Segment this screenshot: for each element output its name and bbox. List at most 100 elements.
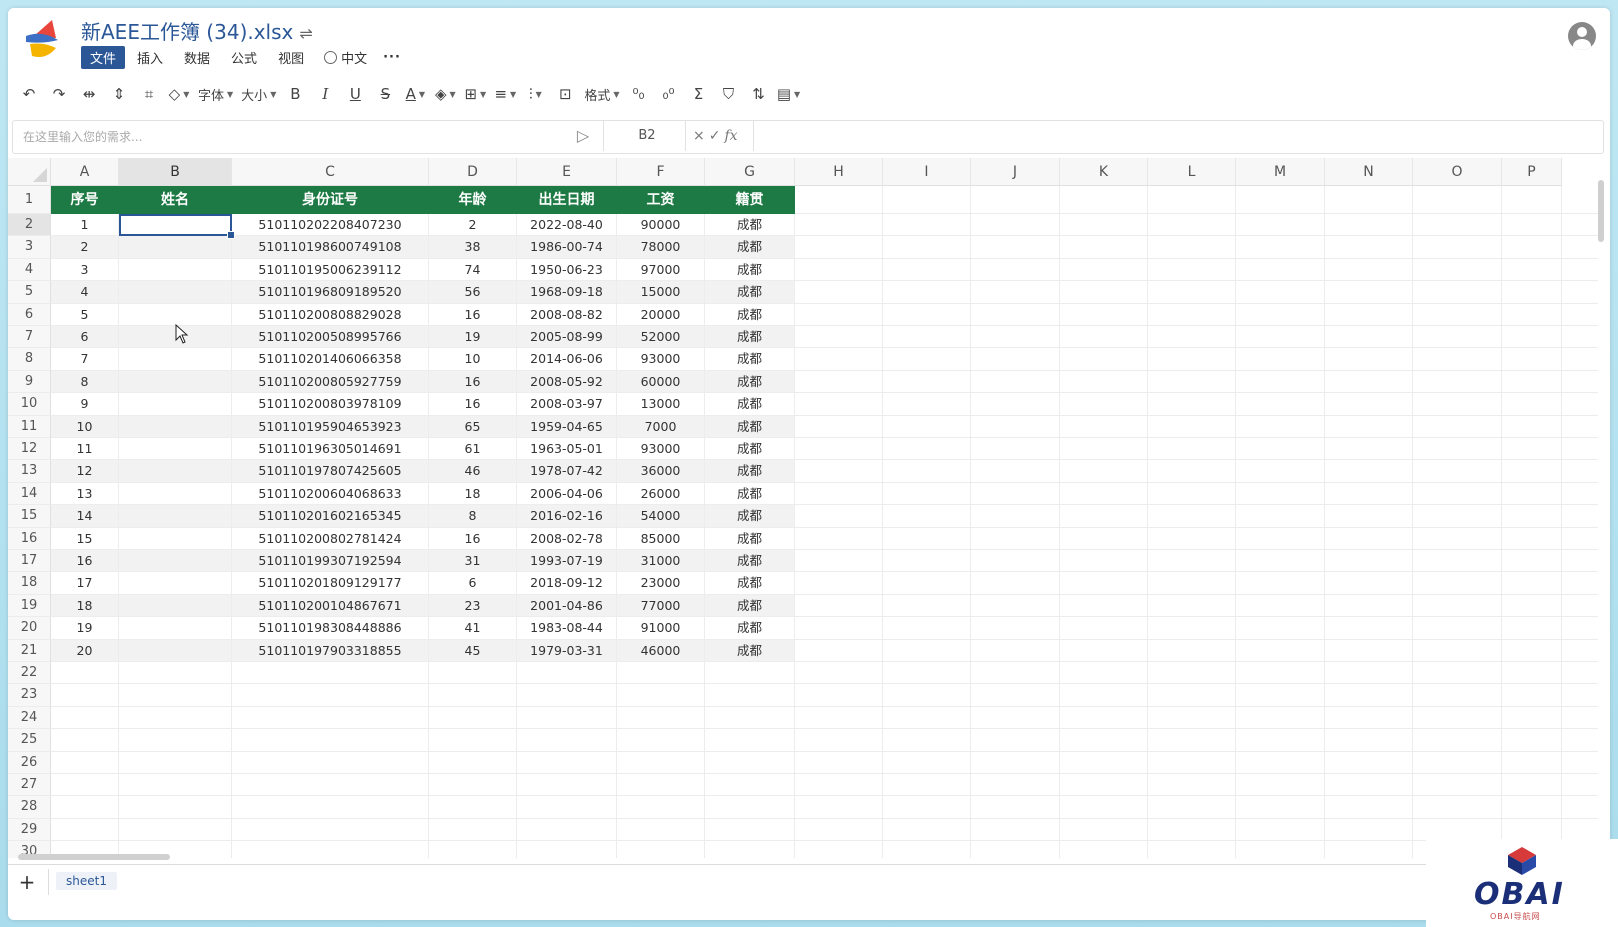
- freeze-icon[interactable]: ▤ ▼: [776, 81, 802, 107]
- row-header-6[interactable]: 6: [8, 303, 51, 326]
- row-header-11[interactable]: 11: [8, 415, 51, 438]
- bold-icon[interactable]: B: [282, 81, 308, 107]
- row-header-26[interactable]: 26: [8, 751, 51, 774]
- table-cell[interactable]: 510110200104867671: [232, 594, 429, 618]
- add-sheet-button[interactable]: +: [14, 869, 40, 895]
- table-cell[interactable]: 23000: [617, 572, 705, 595]
- table-cell[interactable]: 510110200604068633: [232, 482, 429, 506]
- table-cell[interactable]: 5: [51, 303, 119, 326]
- table-cell[interactable]: 1978-07-42: [517, 460, 617, 483]
- table-cell[interactable]: 38: [429, 236, 517, 259]
- column-header-m[interactable]: M: [1236, 158, 1325, 186]
- table-header-cell[interactable]: 籍贯: [705, 186, 795, 214]
- table-cell[interactable]: 17: [51, 572, 119, 595]
- table-cell[interactable]: [119, 258, 232, 282]
- table-cell[interactable]: 510110196305014691: [232, 438, 429, 461]
- table-cell[interactable]: 成都: [705, 258, 795, 282]
- table-cell[interactable]: 成都: [705, 438, 795, 461]
- table-cell[interactable]: 1: [51, 214, 119, 237]
- column-header-f[interactable]: F: [617, 158, 705, 186]
- eraser-icon[interactable]: ◇ ▼: [166, 81, 192, 107]
- table-cell[interactable]: 成都: [705, 572, 795, 595]
- table-cell[interactable]: 46: [429, 460, 517, 483]
- table-cell[interactable]: 510110197903318855: [232, 639, 429, 662]
- table-cell[interactable]: 91000: [617, 617, 705, 640]
- table-cell[interactable]: 61: [429, 438, 517, 461]
- cell-reference[interactable]: B2: [609, 121, 685, 151]
- table-header-cell[interactable]: 工资: [617, 186, 705, 214]
- table-cell[interactable]: 16: [429, 393, 517, 416]
- row-header-19[interactable]: 19: [8, 594, 51, 618]
- table-cell[interactable]: [119, 594, 232, 618]
- row-header-7[interactable]: 7: [8, 326, 51, 349]
- row-header-23[interactable]: 23: [8, 684, 51, 707]
- table-cell[interactable]: 成都: [705, 326, 795, 349]
- menu-formula[interactable]: 公式: [222, 46, 266, 69]
- row-header-16[interactable]: 16: [8, 527, 51, 550]
- column-header-n[interactable]: N: [1325, 158, 1413, 186]
- column-header-e[interactable]: E: [517, 158, 617, 186]
- table-cell[interactable]: 510110201406066358: [232, 348, 429, 371]
- more-menu-icon[interactable]: ···: [375, 50, 409, 65]
- table-cell[interactable]: 97000: [617, 258, 705, 282]
- table-cell[interactable]: 18: [51, 594, 119, 618]
- table-cell[interactable]: 成都: [705, 393, 795, 416]
- table-cell[interactable]: 2001-04-86: [517, 594, 617, 618]
- undo-icon[interactable]: ↶: [16, 81, 42, 107]
- row-header-12[interactable]: 12: [8, 438, 51, 461]
- table-cell[interactable]: 1993-07-19: [517, 550, 617, 573]
- row-header-1[interactable]: 1: [8, 186, 51, 214]
- column-header-a[interactable]: A: [51, 158, 119, 186]
- table-cell[interactable]: [119, 527, 232, 550]
- table-cell[interactable]: 7: [51, 348, 119, 371]
- table-cell[interactable]: 510110198308448886: [232, 617, 429, 640]
- table-cell[interactable]: 54000: [617, 505, 705, 528]
- table-cell[interactable]: [119, 617, 232, 640]
- table-cell[interactable]: 510110200803978109: [232, 393, 429, 416]
- font-color-icon[interactable]: A ▼: [402, 81, 428, 107]
- table-cell[interactable]: 15: [51, 527, 119, 550]
- table-cell[interactable]: 成都: [705, 415, 795, 438]
- column-header-g[interactable]: G: [705, 158, 795, 186]
- table-cell[interactable]: 9: [51, 393, 119, 416]
- table-cell[interactable]: [119, 415, 232, 438]
- table-cell[interactable]: 19: [51, 617, 119, 640]
- table-cell[interactable]: 2018-09-12: [517, 572, 617, 595]
- table-cell[interactable]: 8: [429, 505, 517, 528]
- table-cell[interactable]: 成都: [705, 482, 795, 506]
- fill-color-icon[interactable]: ◈ ▼: [432, 81, 458, 107]
- redo-icon[interactable]: ↷: [46, 81, 72, 107]
- table-cell[interactable]: [119, 303, 232, 326]
- table-cell[interactable]: 56: [429, 281, 517, 304]
- table-cell[interactable]: 12: [51, 460, 119, 483]
- table-cell[interactable]: 65: [429, 415, 517, 438]
- table-cell[interactable]: 6: [51, 326, 119, 349]
- row-header-3[interactable]: 3: [8, 236, 51, 259]
- table-cell[interactable]: 2008-03-97: [517, 393, 617, 416]
- table-cell[interactable]: 90000: [617, 214, 705, 237]
- font-family-dropdown[interactable]: 字体 ▼: [196, 81, 235, 107]
- table-cell[interactable]: 16: [429, 303, 517, 326]
- column-width-icon[interactable]: ⇹: [76, 81, 102, 107]
- table-cell[interactable]: 20: [51, 639, 119, 662]
- table-cell[interactable]: 14: [51, 505, 119, 528]
- table-cell[interactable]: 510110202208407230: [232, 214, 429, 237]
- table-cell[interactable]: 2005-08-99: [517, 326, 617, 349]
- strikethrough-icon[interactable]: S: [372, 81, 398, 107]
- table-cell[interactable]: 41: [429, 617, 517, 640]
- horizontal-scrollbar[interactable]: [18, 854, 170, 860]
- row-header-25[interactable]: 25: [8, 729, 51, 752]
- sheet-tab[interactable]: sheet1: [56, 872, 117, 890]
- table-cell[interactable]: 45: [429, 639, 517, 662]
- table-cell[interactable]: 16: [429, 527, 517, 550]
- table-cell[interactable]: 成都: [705, 639, 795, 662]
- table-cell[interactable]: 26000: [617, 482, 705, 506]
- table-cell[interactable]: 15000: [617, 281, 705, 304]
- merge-cells-icon[interactable]: ⊡: [552, 81, 578, 107]
- table-cell[interactable]: 510110195904653923: [232, 415, 429, 438]
- column-header-k[interactable]: K: [1060, 158, 1148, 186]
- table-cell[interactable]: 19: [429, 326, 517, 349]
- row-header-5[interactable]: 5: [8, 281, 51, 304]
- table-header-cell[interactable]: 年龄: [429, 186, 517, 214]
- table-cell[interactable]: 31: [429, 550, 517, 573]
